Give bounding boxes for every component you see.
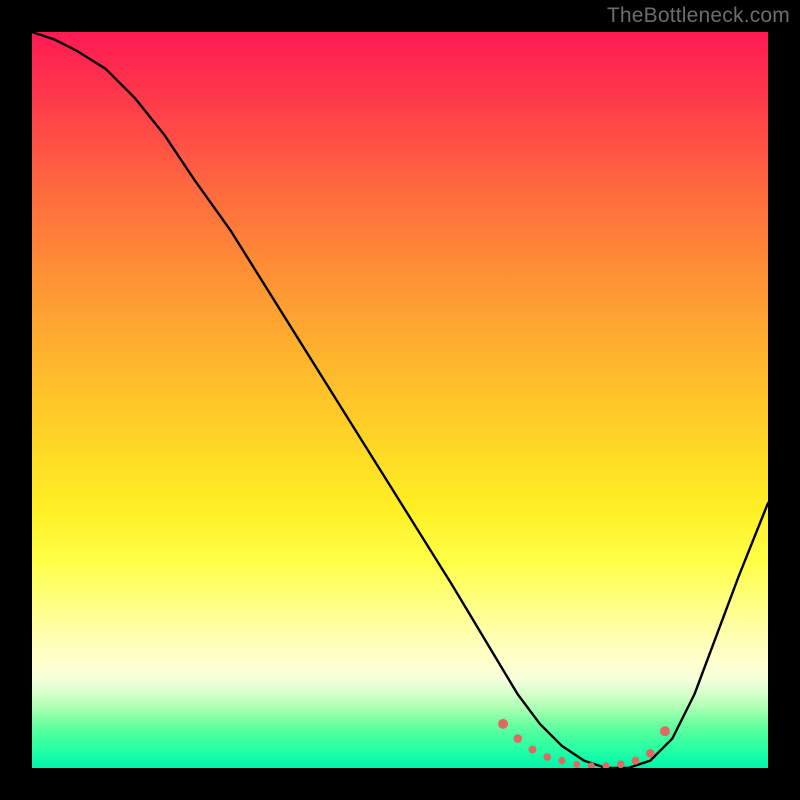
valley-marker xyxy=(646,749,655,758)
bottleneck-curve xyxy=(32,32,768,768)
curve-svg xyxy=(32,32,768,768)
valley-marker xyxy=(513,734,522,743)
valley-marker xyxy=(498,719,508,729)
chart-frame: TheBottleneck.com xyxy=(0,0,800,800)
watermark-text: TheBottleneck.com xyxy=(607,4,790,28)
valley-marker xyxy=(573,761,580,768)
plot-area xyxy=(32,32,768,768)
valley-marker xyxy=(543,753,551,761)
valley-marker xyxy=(558,757,565,764)
valley-marker xyxy=(660,726,670,736)
valley-marker xyxy=(632,757,640,765)
valley-marker xyxy=(528,746,536,754)
valley-marker xyxy=(602,762,609,768)
valley-marker xyxy=(617,761,625,768)
